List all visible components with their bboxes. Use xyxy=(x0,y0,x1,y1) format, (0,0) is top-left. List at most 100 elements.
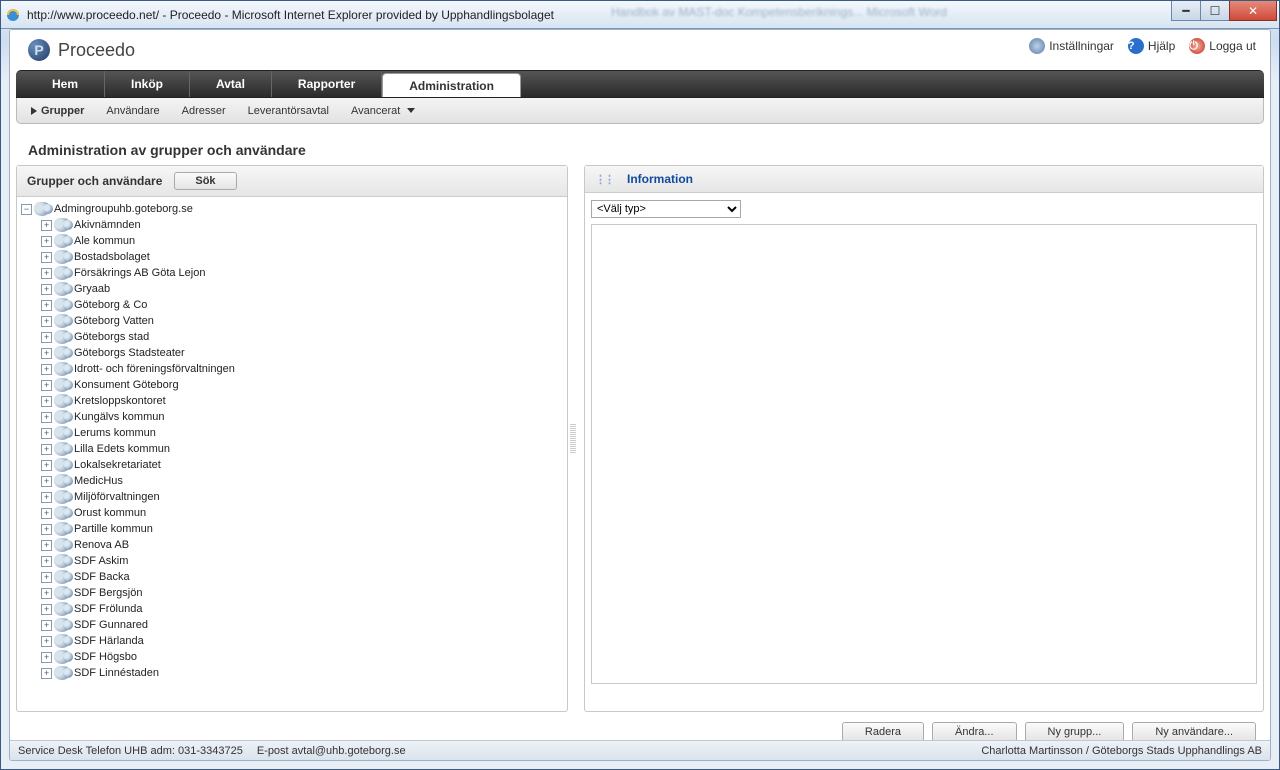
expand-icon[interactable]: + xyxy=(41,220,52,231)
tree-item[interactable]: +MedicHus xyxy=(19,473,565,489)
tree-item-label: Renova AB xyxy=(74,539,129,551)
tree-item[interactable]: +Göteborgs Stadsteater xyxy=(19,345,565,361)
subtab-adresser[interactable]: Adresser xyxy=(182,105,226,117)
group-icon xyxy=(54,426,70,440)
expand-icon[interactable]: + xyxy=(41,620,52,631)
window-title: http://www.proceedo.net/ - Proceedo - Mi… xyxy=(27,8,554,22)
tree-item[interactable]: + SDF Linnéstaden xyxy=(19,665,565,681)
subtab-anvandare[interactable]: Användare xyxy=(106,105,159,117)
expand-icon[interactable]: + xyxy=(41,652,52,663)
splitter-handle[interactable] xyxy=(570,424,576,454)
tree-item[interactable]: +Lilla Edets kommun xyxy=(19,441,565,457)
tab-avtal[interactable]: Avtal xyxy=(190,71,272,97)
tab-hem[interactable]: Hem xyxy=(26,71,105,97)
maximize-button[interactable]: ☐ xyxy=(1200,1,1230,21)
expand-icon[interactable]: + xyxy=(41,396,52,407)
tree-item[interactable]: +Lokalsekretariatet xyxy=(19,457,565,473)
close-button[interactable]: ✕ xyxy=(1229,1,1277,21)
tree-item[interactable]: +Gryaab xyxy=(19,281,565,297)
sub-tabs: Grupper Användare Adresser Leverantörsav… xyxy=(16,98,1264,124)
tree-item[interactable]: +Lerums kommun xyxy=(19,425,565,441)
group-icon xyxy=(54,490,70,504)
collapse-icon[interactable]: − xyxy=(21,204,32,215)
expand-icon[interactable]: + xyxy=(41,348,52,359)
expand-icon[interactable]: + xyxy=(41,636,52,647)
settings-link[interactable]: Inställningar xyxy=(1029,38,1114,54)
expand-icon[interactable]: + xyxy=(41,524,52,535)
tree-item[interactable]: +Försäkrings AB Göta Lejon xyxy=(19,265,565,281)
expand-icon[interactable]: + xyxy=(41,492,52,503)
group-icon xyxy=(54,218,70,232)
tree-item[interactable]: +SDF Gunnared xyxy=(19,617,565,633)
minimize-button[interactable]: ━ xyxy=(1171,1,1201,21)
expand-icon[interactable]: + xyxy=(41,476,52,487)
top-links: Inställningar ?Hjälp ⏻Logga ut xyxy=(1029,38,1256,54)
edit-button[interactable]: Ändra... xyxy=(932,722,1017,742)
tree-root[interactable]: −Admingroupuhb.goteborg.se xyxy=(19,201,565,217)
tree-item[interactable]: +Akivnämnden xyxy=(19,217,565,233)
subtab-grupper[interactable]: Grupper xyxy=(31,105,84,117)
expand-icon[interactable]: + xyxy=(41,332,52,343)
subtab-leverantorsavtal[interactable]: Leverantörsavtal xyxy=(248,105,329,117)
tree-item[interactable]: +Göteborg & Co xyxy=(19,297,565,313)
logout-link[interactable]: ⏻Logga ut xyxy=(1189,38,1256,54)
expand-icon[interactable]: + xyxy=(41,508,52,519)
type-select[interactable]: <Välj typ> xyxy=(591,200,741,218)
expand-icon[interactable]: + xyxy=(41,380,52,391)
tree-item-label: Kretsloppskontoret xyxy=(74,395,166,407)
tree-item[interactable]: +Miljöförvaltningen xyxy=(19,489,565,505)
delete-button[interactable]: Radera xyxy=(842,722,924,742)
footer-phone: Service Desk Telefon UHB adm: 031-334372… xyxy=(18,745,243,757)
tree-item[interactable]: + Ale kommun xyxy=(19,233,565,249)
tree-item-label: Konsument Göteborg xyxy=(74,379,179,391)
expand-icon[interactable]: + xyxy=(41,316,52,327)
tree-item[interactable]: +Göteborgs stad xyxy=(19,329,565,345)
tree-item[interactable]: + Renova AB xyxy=(19,537,565,553)
tree-item[interactable]: +Partille kommun xyxy=(19,521,565,537)
tree-item[interactable]: +SDF Högsbo xyxy=(19,649,565,665)
expand-icon[interactable]: + xyxy=(41,572,52,583)
tree-item[interactable]: +Kungälvs kommun xyxy=(19,409,565,425)
expand-icon[interactable]: + xyxy=(41,284,52,295)
new-user-button[interactable]: Ny användare... xyxy=(1132,722,1256,742)
tree-item[interactable]: +SDF Backa xyxy=(19,569,565,585)
tab-inkop[interactable]: Inköp xyxy=(105,71,190,97)
expand-icon[interactable]: + xyxy=(41,460,52,471)
expand-icon[interactable]: + xyxy=(41,604,52,615)
tree-item[interactable]: +SDF Frölunda xyxy=(19,601,565,617)
tree-item[interactable]: +Bostadsbolaget xyxy=(19,249,565,265)
expand-icon[interactable]: + xyxy=(41,268,52,279)
group-tree[interactable]: −Admingroupuhb.goteborg.se+Akivnämnden+A… xyxy=(17,197,567,711)
expand-icon[interactable]: + xyxy=(41,236,52,247)
expand-icon[interactable]: + xyxy=(41,300,52,311)
expand-icon[interactable]: + xyxy=(41,364,52,375)
tree-item-label: Ale kommun xyxy=(74,235,135,247)
expand-icon[interactable]: + xyxy=(41,252,52,263)
tree-item-label: SDF Linnéstaden xyxy=(74,667,159,679)
group-icon xyxy=(54,666,70,680)
expand-icon[interactable]: + xyxy=(41,444,52,455)
expand-icon[interactable]: + xyxy=(41,556,52,567)
info-panel-header: Information xyxy=(585,166,1263,193)
brand-row: P Proceedo Inställningar ?Hjälp ⏻Logga u… xyxy=(10,30,1270,70)
tree-item[interactable]: + Kretsloppskontoret xyxy=(19,393,565,409)
tree-item[interactable]: +Orust kommun xyxy=(19,505,565,521)
tree-item[interactable]: +Idrott- och föreningsförvaltningen xyxy=(19,361,565,377)
expand-icon[interactable]: + xyxy=(41,540,52,551)
new-group-button[interactable]: Ny grupp... xyxy=(1025,722,1125,742)
tree-item[interactable]: +SDF Askim xyxy=(19,553,565,569)
expand-icon[interactable]: + xyxy=(41,412,52,423)
tree-item[interactable]: +SDF Härlanda xyxy=(19,633,565,649)
tree-item[interactable]: +SDF Bergsjön xyxy=(19,585,565,601)
group-icon xyxy=(54,570,70,584)
help-link[interactable]: ?Hjälp xyxy=(1128,38,1175,54)
tab-rapporter[interactable]: Rapporter xyxy=(272,71,382,97)
expand-icon[interactable]: + xyxy=(41,668,52,679)
tree-item[interactable]: +Göteborg Vatten xyxy=(19,313,565,329)
expand-icon[interactable]: + xyxy=(41,588,52,599)
search-button[interactable]: Sök xyxy=(174,172,236,190)
tab-administration[interactable]: Administration xyxy=(382,73,521,97)
tree-item[interactable]: + Konsument Göteborg xyxy=(19,377,565,393)
expand-icon[interactable]: + xyxy=(41,428,52,439)
subtab-avancerat[interactable]: Avancerat xyxy=(351,105,415,117)
